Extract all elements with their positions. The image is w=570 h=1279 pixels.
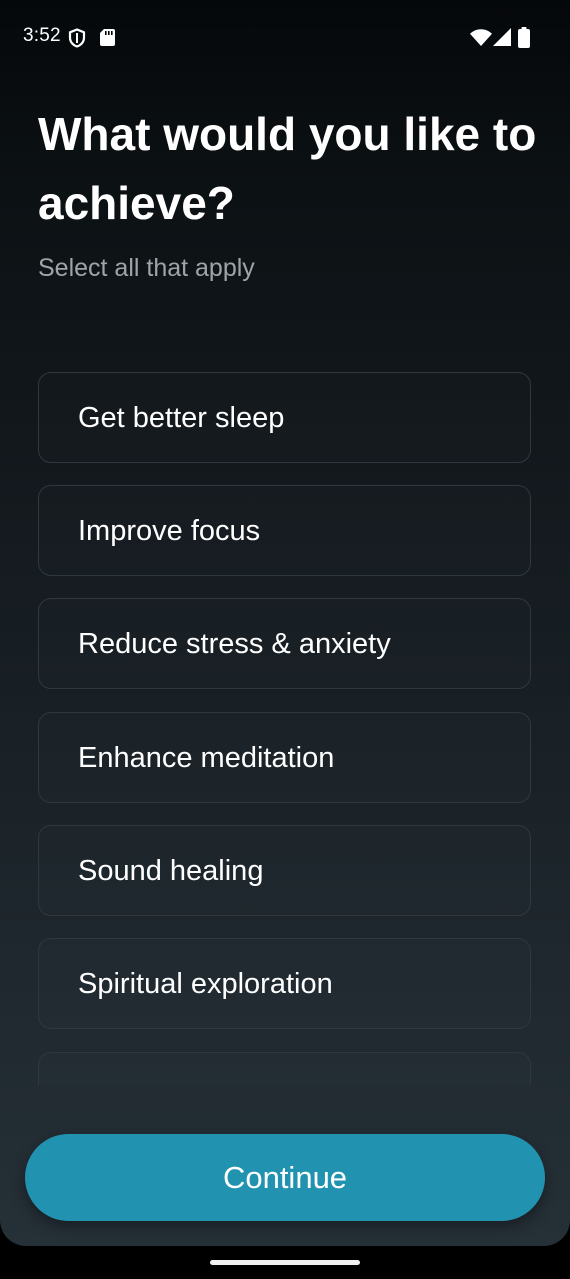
cell-signal-icon bbox=[493, 28, 511, 46]
continue-button[interactable]: Continue bbox=[25, 1134, 545, 1221]
option-label: Enhance meditation bbox=[78, 742, 335, 774]
option-label: Spiritual exploration bbox=[78, 968, 333, 1000]
option-label: Get better sleep bbox=[78, 402, 285, 434]
status-bar: 3:52 bbox=[0, 0, 570, 76]
battery-icon bbox=[518, 27, 530, 48]
option-get-better-sleep[interactable]: Get better sleep bbox=[38, 372, 531, 463]
page-title: What would you like to achieve? bbox=[38, 108, 537, 229]
option-enhance-meditation[interactable]: Enhance meditation bbox=[38, 712, 531, 803]
option-improve-focus[interactable]: Improve focus bbox=[38, 485, 531, 576]
option-label: Improve focus bbox=[78, 515, 261, 547]
option-reduce-stress-anxiety[interactable]: Reduce stress & anxiety bbox=[38, 598, 531, 689]
option-partially-visible[interactable] bbox=[38, 1052, 531, 1085]
gesture-home-indicator[interactable] bbox=[210, 1260, 360, 1265]
goal-options-list[interactable]: Get better sleep Improve focus Reduce st… bbox=[38, 372, 533, 1085]
status-time: 3:52 bbox=[23, 25, 61, 46]
phone-screen: 3:52 What would you like to achieve? Sel… bbox=[0, 0, 570, 1279]
option-sound-healing[interactable]: Sound healing bbox=[38, 825, 531, 916]
app-window: 3:52 What would you like to achieve? Sel… bbox=[0, 0, 570, 1246]
sd-card-icon bbox=[100, 29, 115, 46]
option-label: Sound healing bbox=[78, 855, 264, 887]
option-label: Reduce stress & anxiety bbox=[78, 628, 391, 660]
wifi-icon bbox=[470, 29, 492, 46]
page-subtitle: Select all that apply bbox=[38, 254, 255, 282]
option-spiritual-exploration[interactable]: Spiritual exploration bbox=[38, 938, 531, 1029]
shield-icon bbox=[68, 28, 86, 48]
